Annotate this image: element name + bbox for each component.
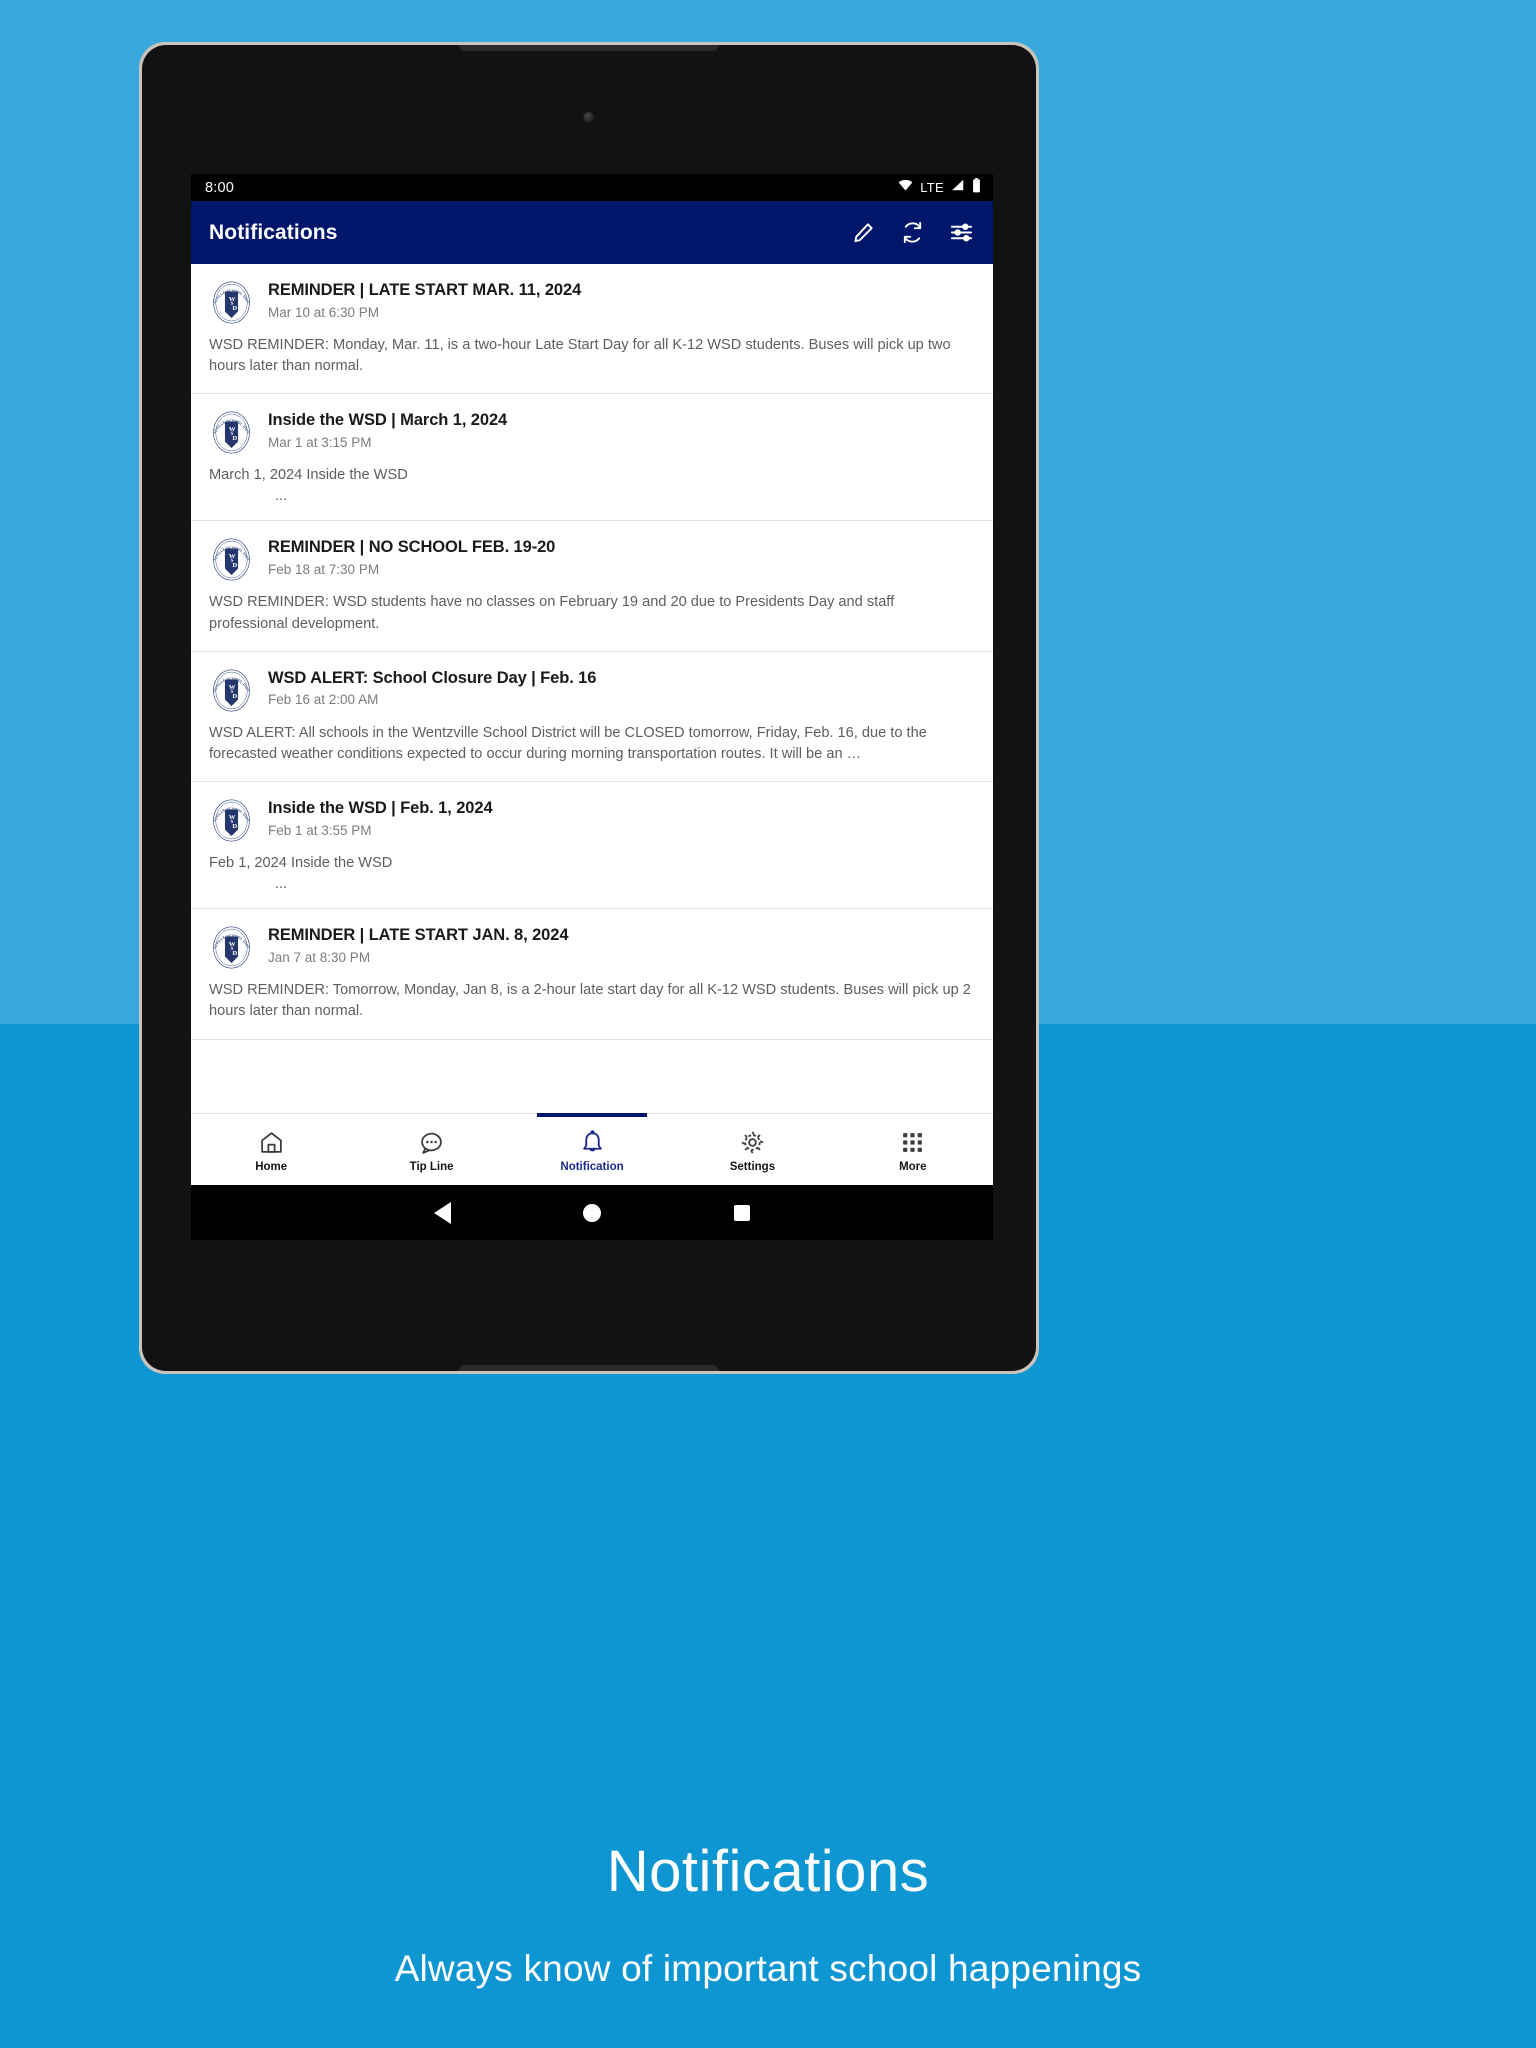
notification-icon [580, 1130, 605, 1155]
notification-text-block: REMINDER | NO SCHOOL FEB. 19-20 Feb 18 a… [268, 535, 975, 577]
wsd-district-logo-svg: WENTZVILLE SCHOOL DISTRICT W S D [207, 534, 250, 581]
notification-body: Feb 1, 2024 Inside the WSD [209, 855, 393, 872]
device-top-speaker [459, 45, 719, 51]
bottom-navigation-bar: Home Tip Line Notification Settings More [191, 1113, 993, 1185]
notification-timestamp: Feb 16 at 2:00 AM [268, 692, 379, 708]
signal-icon [951, 178, 965, 197]
battery-icon [972, 177, 981, 198]
notification-header: WENTZVILLE SCHOOL DISTRICT W S D REMINDE… [207, 277, 975, 325]
wsd-district-logo: WENTZVILLE SCHOOL DISTRICT W S D [207, 795, 254, 843]
svg-text:D: D [232, 823, 237, 830]
notification-text-block: Inside the WSD | March 1, 2024 Mar 1 at … [268, 408, 975, 450]
app-screen: 8:00 LTE Notifications TZVILLE SCH OL DI… [191, 174, 993, 1240]
front-camera-icon [583, 112, 595, 123]
notification-header: WENTZVILLE SCHOOL DISTRICT W S D Inside … [207, 407, 975, 455]
notification-timestamp: Feb 18 at 7:30 PM [268, 562, 380, 578]
wsd-district-logo-svg: WENTZVILLE SCHOOL DISTRICT W S D [207, 277, 250, 324]
svg-text:D: D [232, 950, 237, 957]
notification-header: WENTZVILLE SCHOOL DISTRICT W S D REMINDE… [207, 922, 975, 970]
more-grid-icon [900, 1130, 925, 1155]
svg-text:D: D [232, 693, 237, 700]
tablet-device-frame: 8:00 LTE Notifications TZVILLE SCH OL DI… [139, 42, 1039, 1374]
svg-text:D: D [232, 563, 237, 570]
status-time: 8:00 [205, 179, 235, 196]
notification-timestamp: Feb 1 at 3:55 PM [268, 822, 372, 838]
app-bar-actions [852, 221, 973, 244]
notification-header: WENTZVILLE SCHOOL DISTRICT W S D REMINDE… [207, 534, 975, 582]
wsd-district-logo: WENTZVILLE SCHOOL DISTRICT W S D [207, 277, 254, 325]
notification-text-block: Inside the WSD | Feb. 1, 2024 Feb 1 at 3… [268, 796, 975, 838]
settings-icon [740, 1130, 765, 1155]
nav-item-label: Home [255, 1161, 288, 1173]
notification-body: WSD REMINDER: Tomorrow, Monday, Jan 8, i… [209, 982, 971, 1020]
filter-icon[interactable] [950, 221, 973, 244]
notification-header: WENTZVILLE SCHOOL DISTRICT W S D WSD ALE… [207, 665, 975, 713]
wsd-district-logo-svg: WENTZVILLE SCHOOL DISTRICT W S D [207, 407, 250, 454]
notification-item[interactable]: WENTZVILLE SCHOOL DISTRICT W S D Inside … [191, 394, 993, 522]
android-system-nav [191, 1185, 993, 1240]
tipline-icon [419, 1130, 444, 1155]
caption-title: Notifications [606, 1839, 930, 1904]
notification-title: REMINDER | NO SCHOOL FEB. 19-20 [268, 538, 556, 557]
wsd-district-logo-svg: WENTZVILLE SCHOOL DISTRICT W S D [207, 922, 250, 969]
notification-item[interactable]: WENTZVILLE SCHOOL DISTRICT W S D REMINDE… [191, 909, 993, 1040]
android-back-button[interactable] [367, 1201, 517, 1224]
notification-item[interactable]: WENTZVILLE SCHOOL DISTRICT W S D WSD ALE… [191, 652, 993, 783]
wsd-district-logo: WENTZVILLE SCHOOL DISTRICT W S D [207, 534, 254, 582]
notification-title: Inside the WSD | March 1, 2024 [268, 411, 508, 430]
compose-icon[interactable] [852, 221, 875, 244]
wsd-district-logo: WENTZVILLE SCHOOL DISTRICT W S D [207, 922, 254, 970]
notification-truncation-ellipsis: ... [275, 488, 288, 505]
app-bar: Notifications [191, 201, 993, 264]
notification-item[interactable]: WENTZVILLE SCHOOL DISTRICT W S D REMINDE… [191, 521, 993, 652]
notification-title: WSD ALERT: School Closure Day | Feb. 16 [268, 668, 597, 687]
wifi-icon [898, 178, 913, 198]
notification-text-block: WSD ALERT: School Closure Day | Feb. 16 … [268, 666, 975, 708]
android-recents-button[interactable] [667, 1204, 817, 1221]
notification-list[interactable]: WENTZVILLE SCHOOL DISTRICT W S D REMINDE… [191, 264, 993, 1113]
notification-text-block: REMINDER | LATE START JAN. 8, 2024 Jan 7… [268, 923, 975, 965]
notification-timestamp: Mar 1 at 3:15 PM [268, 434, 372, 450]
nav-item-label: More [899, 1161, 927, 1173]
wsd-district-logo-svg: WENTZVILLE SCHOOL DISTRICT W S D [207, 665, 250, 712]
refresh-icon[interactable] [901, 221, 924, 244]
wsd-district-logo-svg: WENTZVILLE SCHOOL DISTRICT W S D [207, 795, 250, 842]
notification-timestamp: Mar 10 at 6:30 PM [268, 304, 380, 320]
nav-item-home[interactable]: Home [191, 1114, 351, 1185]
notification-title: Inside the WSD | Feb. 1, 2024 [268, 799, 493, 818]
svg-text:D: D [232, 305, 237, 312]
status-bar: 8:00 LTE [191, 174, 993, 201]
nav-item-label: Settings [729, 1161, 776, 1173]
notification-text-block: REMINDER | LATE START MAR. 11, 2024 Mar … [268, 278, 975, 320]
nav-item-more[interactable]: More [833, 1114, 993, 1185]
svg-text:D: D [232, 435, 237, 442]
android-home-button[interactable] [517, 1203, 667, 1222]
network-label: LTE [920, 180, 944, 195]
status-icons: LTE [898, 177, 981, 198]
notification-body: WSD REMINDER: WSD students have no class… [209, 594, 895, 632]
wsd-district-logo: WENTZVILLE SCHOOL DISTRICT W S D [207, 665, 254, 713]
nav-item-label: Notification [560, 1161, 624, 1173]
notification-timestamp: Jan 7 at 8:30 PM [268, 949, 371, 965]
notification-item[interactable]: WENTZVILLE SCHOOL DISTRICT W S D Inside … [191, 782, 993, 910]
device-bottom-speaker [459, 1365, 719, 1371]
notification-body: March 1, 2024 Inside the WSD [209, 467, 408, 484]
notification-title: REMINDER | LATE START JAN. 8, 2024 [268, 926, 569, 945]
wsd-district-logo: WENTZVILLE SCHOOL DISTRICT W S D [207, 407, 254, 455]
page-title: Notifications [209, 220, 338, 244]
device-bezel: 8:00 LTE Notifications TZVILLE SCH OL DI… [142, 45, 1036, 1371]
home-icon [259, 1130, 284, 1155]
notification-title: REMINDER | LATE START MAR. 11, 2024 [268, 281, 582, 299]
caption-subtitle: Always know of important school happenin… [394, 1948, 1142, 1989]
notification-body: WSD REMINDER: Monday, Mar. 11, is a two-… [209, 337, 951, 375]
nav-item-label: Tip Line [409, 1161, 454, 1173]
nav-item-tip-line[interactable]: Tip Line [351, 1114, 511, 1185]
notification-item[interactable]: WENTZVILLE SCHOOL DISTRICT W S D REMINDE… [191, 264, 993, 395]
notification-truncation-ellipsis: ... [275, 876, 288, 893]
notification-body: WSD ALERT: All schools in the Wentzville… [209, 724, 927, 762]
nav-item-notification[interactable]: Notification [512, 1113, 672, 1185]
notification-header: WENTZVILLE SCHOOL DISTRICT W S D Inside … [207, 795, 975, 843]
nav-item-settings[interactable]: Settings [672, 1114, 832, 1185]
